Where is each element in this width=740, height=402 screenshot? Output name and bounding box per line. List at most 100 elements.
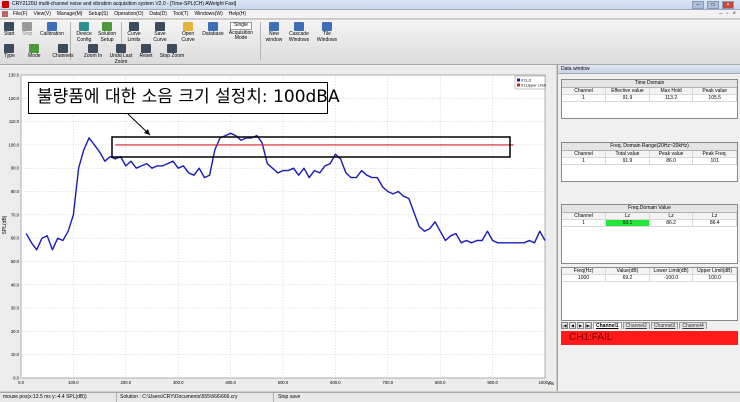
table-header: Effective value <box>605 88 650 95</box>
acquisition-mode-value: Single <box>230 22 252 30</box>
legend-swatch-upper-limit <box>517 83 520 87</box>
x-tick-label: 600.0 <box>330 380 341 385</box>
reset-icon <box>141 44 151 53</box>
table-cell: 69.2 <box>605 274 650 282</box>
stop-icon <box>22 22 33 31</box>
table-cell: 113.2 <box>649 94 694 102</box>
system-menu-icon[interactable] <box>2 11 8 17</box>
tile-windows-button[interactable]: Tile Windows <box>315 22 339 43</box>
channels-button[interactable]: Channels <box>52 44 74 60</box>
zoom-in-icon <box>88 44 98 53</box>
menu-file[interactable]: File(F) <box>10 11 30 17</box>
zoom-in-button[interactable]: Zoom In <box>83 44 103 60</box>
calibration-icon <box>46 22 57 31</box>
time-domain-title: Time Domain <box>562 80 737 88</box>
curve-icon <box>129 22 139 31</box>
close-button[interactable]: × <box>722 1 734 9</box>
calibration-button[interactable]: Calibration <box>40 22 64 38</box>
pass-value-cell: 93.1 <box>605 219 650 227</box>
mdi-restore-icon[interactable]: ▫ <box>726 11 728 17</box>
x-tick-label: 200.0 <box>121 380 132 385</box>
save-icon <box>155 22 165 31</box>
menu-tool[interactable]: Tool(T) <box>170 11 192 17</box>
freq-domain-range-title: Freq. Domain Range(20Hz~20kHz) <box>562 143 737 151</box>
tab-channel2[interactable]: Channel2 <box>622 322 650 329</box>
x-tick-label: 900.0 <box>487 380 498 385</box>
tab-channel4[interactable]: Channel4 <box>679 322 707 329</box>
x-tick-label: 0.0 <box>18 380 24 385</box>
tab-channel3[interactable]: Channel3 <box>650 322 679 329</box>
freq-limit-card: Freq(Hz) Value(dB) Lower Limit(dB) Upper… <box>561 267 738 321</box>
last-tab-icon[interactable]: ▶| <box>585 322 592 329</box>
undo-zoom-icon <box>116 44 126 53</box>
prev-tab-icon[interactable]: ◀ <box>569 322 576 329</box>
stop-zoom-icon <box>167 44 177 53</box>
menu-data[interactable]: Data(D) <box>146 11 170 17</box>
solution-setup-button[interactable]: Solution Setup <box>96 22 118 43</box>
table-cell: 86.4 <box>692 219 737 227</box>
next-tab-icon[interactable]: ▶ <box>577 322 584 329</box>
menu-view[interactable]: View(V) <box>30 11 53 17</box>
y-tick-label: 70.0 <box>11 212 20 217</box>
menu-operation[interactable]: Operation(O) <box>111 11 146 17</box>
gear-icon <box>102 22 112 31</box>
toolbar-separator <box>260 22 261 60</box>
new-window-button[interactable]: New window <box>264 22 284 43</box>
menu-help[interactable]: Help(H) <box>226 11 249 17</box>
title-bar: CRY2120U multi-channel noise and vibrati… <box>0 0 740 10</box>
acquisition-mode-dropdown[interactable]: Single Acquisition Mode <box>227 22 255 42</box>
y-tick-label: 90.0 <box>11 166 20 171</box>
type-button[interactable]: Type <box>4 44 15 60</box>
stop-button[interactable]: Stop <box>22 22 32 38</box>
first-tab-icon[interactable]: |◀ <box>561 322 568 329</box>
device-config-button[interactable]: Device Config <box>74 22 94 43</box>
chart-legend: 01:Lzt 01:Upper Limit <box>514 75 547 90</box>
legend-swatch-lzt <box>517 78 520 82</box>
mode-button[interactable]: Mode <box>28 44 41 60</box>
x-tick-label: 500.0 <box>278 380 289 385</box>
mdi-minimize-icon[interactable]: – <box>719 11 722 17</box>
y-tick-label: 80.0 <box>11 189 20 194</box>
x-axis-unit: ms <box>548 381 555 386</box>
data-window-title: Data window <box>558 65 740 74</box>
freq-domain-value-title: Freq.Domain Value <box>562 205 737 213</box>
open-curve-button[interactable]: Open Curve <box>178 22 198 43</box>
menu-setup[interactable]: Setup(S) <box>85 11 111 17</box>
channel-tabs: |◀ ◀ ▶ ▶| Channel1 Channel2 Channel3 Cha… <box>561 322 738 329</box>
table-header: Lower Limit(dB) <box>649 268 694 275</box>
y-tick-label: 40.0 <box>11 282 20 287</box>
table-cell: 1000 <box>562 274 607 282</box>
save-curve-button[interactable]: Save Curve <box>148 22 172 43</box>
y-tick-label: 120.0 <box>9 96 20 101</box>
curve-limits-button[interactable]: Curve Limits <box>124 22 144 43</box>
tab-channel1[interactable]: Channel1 <box>593 322 622 329</box>
freq-domain-value-card: Freq.Domain Value Channel Lz Lz Lz 1 93.… <box>561 204 738 264</box>
y-tick-label: 30.0 <box>11 306 20 311</box>
type-icon <box>4 44 15 53</box>
cascade-icon <box>294 22 304 31</box>
start-button[interactable]: Start <box>4 22 15 38</box>
cascade-windows-button[interactable]: Cascade Windows <box>287 22 311 43</box>
database-button[interactable]: Database <box>201 22 225 38</box>
freq-domain-range-card: Freq. Domain Range(20Hz~20kHz) Channel T… <box>561 142 738 182</box>
table-cell: 91.9 <box>605 157 650 165</box>
device-icon <box>79 22 89 31</box>
menu-manage[interactable]: Manage(M) <box>54 11 86 17</box>
y-tick-label: 60.0 <box>11 236 20 241</box>
maximize-button[interactable]: □ <box>707 1 719 9</box>
y-tick-label: 110.0 <box>9 119 20 124</box>
x-tick-label: 800.0 <box>435 380 446 385</box>
minimize-button[interactable]: – <box>692 1 704 9</box>
new-window-icon <box>269 22 279 31</box>
menu-windows[interactable]: Windows(W) <box>191 11 225 17</box>
y-tick-label: 10.0 <box>11 352 20 357</box>
table-cell: 86.2 <box>649 219 694 227</box>
stop-zoom-button[interactable]: Stop Zoom <box>157 44 187 60</box>
time-domain-table: Channel Effective value Max Hold Peak va… <box>562 88 737 102</box>
reset-button[interactable]: Reset <box>137 44 155 60</box>
mdi-close-icon[interactable]: × <box>732 11 736 17</box>
legend-label-lzt: 01:Lzt <box>521 79 532 83</box>
freq-domain-range-table: Channel Total value Peak value Peak Freq… <box>562 151 737 165</box>
undo-zoom-button[interactable]: Undo Last Zoom <box>108 44 134 65</box>
legend-label-upper-limit: 01:Upper Limit <box>521 84 547 88</box>
